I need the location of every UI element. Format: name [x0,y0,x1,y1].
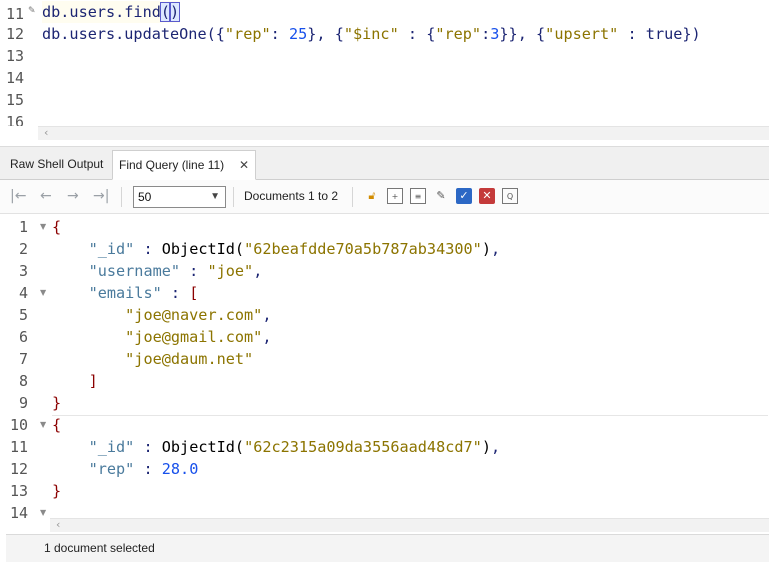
line-number: 9 [18,394,28,412]
chevron-down-icon: ▼ [210,191,220,202]
line-number: 11 [6,5,25,23]
results-horizontal-scrollbar[interactable]: ‹ [50,518,769,532]
result-line[interactable]: { [52,414,61,436]
editor-horizontal-scrollbar[interactable]: ‹ [38,126,769,140]
editor-gutter: 11 ✎ 12 13 14 15 16 [0,0,38,126]
line-number: 11 [9,438,28,456]
line-number: 15 [6,91,25,109]
tab-find-query[interactable]: Find Query (line 11) ✕ [112,150,256,180]
prev-page-icon[interactable]: ← [40,188,52,204]
line-number: 1 [18,218,28,236]
tab-label: Raw Shell Output [10,157,104,171]
edit-document-icon[interactable]: ✎ [433,188,449,204]
last-page-icon[interactable]: →| [93,188,109,204]
line-number: 8 [18,372,28,390]
toolbar-divider [233,187,234,207]
toolbar-divider [352,187,353,207]
result-line[interactable]: "joe@gmail.com", [52,326,271,348]
result-line[interactable]: ] [52,370,98,392]
code-line-update[interactable]: db.users.updateOne({"rep": 25}, {"$inc" … [42,23,701,45]
fold-toggle-icon[interactable]: ▼ [40,288,46,297]
documents-range-label: Documents 1 to 2 [244,189,339,203]
line-number: 5 [18,306,28,324]
line-number: 2 [18,240,28,258]
tab-raw-shell-output[interactable]: Raw Shell Output [4,150,110,180]
delete-icon[interactable]: ✕ [479,188,495,204]
result-line[interactable]: "joe@daum.net" [52,348,253,370]
result-line[interactable]: "emails" : [ [52,282,199,304]
find-icon[interactable]: Q [502,188,518,204]
result-line[interactable]: { [52,216,61,238]
result-tabs: Raw Shell Output Find Query (line 11) ✕ [0,146,769,180]
status-bar: 1 document selected [6,534,769,562]
lock-icon[interactable]: 🔓︎ [364,188,380,204]
line-number: 13 [6,47,25,65]
first-page-icon[interactable]: |← [10,188,26,204]
page-size-select[interactable]: 50 ▼ [133,186,226,208]
fold-toggle-icon[interactable]: ▼ [40,222,46,231]
fold-toggle-icon[interactable]: ▼ [40,420,46,429]
line-number: 14 [9,504,28,518]
line-number: 7 [18,350,28,368]
scroll-left-icon[interactable]: ‹ [56,518,60,531]
page-size-value: 50 [138,190,152,204]
toolbar-divider [121,187,122,207]
edit-marker-icon: ✎ [28,6,36,16]
line-number: 16 [6,113,25,126]
result-line[interactable]: "username" : "joe", [52,260,263,282]
commit-icon[interactable]: ✓ [456,188,472,204]
code-line-find[interactable]: db.users.find() [42,1,181,23]
result-line[interactable]: "joe@naver.com", [52,304,271,326]
result-line[interactable]: "rep" : 28.0 [52,458,199,480]
insert-document-icon[interactable]: + [387,188,403,204]
results-code-area[interactable]: { "_id" : ObjectId("62beafdde70a5b787ab3… [52,214,768,518]
close-tab-icon[interactable]: ✕ [239,151,249,179]
line-number: 6 [18,328,28,346]
document-divider [52,415,768,416]
result-line[interactable]: "_id" : ObjectId("62beafdde70a5b787ab343… [52,238,501,260]
line-number: 12 [6,25,25,43]
text-caret [179,3,181,22]
next-page-icon[interactable]: → [67,188,79,204]
result-line[interactable]: } [52,480,61,502]
line-number: 14 [6,69,25,87]
query-editor[interactable]: 11 ✎ 12 13 14 15 16 db.users.find() db.u… [0,0,769,140]
result-line[interactable]: "_id" : ObjectId("62c2315a09da3556aad48c… [52,436,501,458]
line-number: 10 [9,416,28,434]
line-number: 4 [18,284,28,302]
status-text: 1 document selected [44,541,155,555]
tab-label: Find Query (line 11) [119,158,225,172]
result-line[interactable]: } [52,392,61,414]
results-toolbar: |← ← → →| 50 ▼ Documents 1 to 2 🔓︎ + ≡ ✎… [0,180,769,214]
scroll-left-icon[interactable]: ‹ [44,126,48,139]
results-gutter: 1 2 3 4 5 6 7 8 9 10 11 12 13 14 ▼ ▼ ▼ ▼ [0,214,50,518]
fold-toggle-icon[interactable]: ▼ [40,508,46,517]
line-number: 3 [18,262,28,280]
line-number: 12 [9,460,28,478]
results-viewer[interactable]: 1 2 3 4 5 6 7 8 9 10 11 12 13 14 ▼ ▼ ▼ ▼… [0,214,769,532]
view-document-icon[interactable]: ≡ [410,188,426,204]
line-number: 13 [9,482,28,500]
